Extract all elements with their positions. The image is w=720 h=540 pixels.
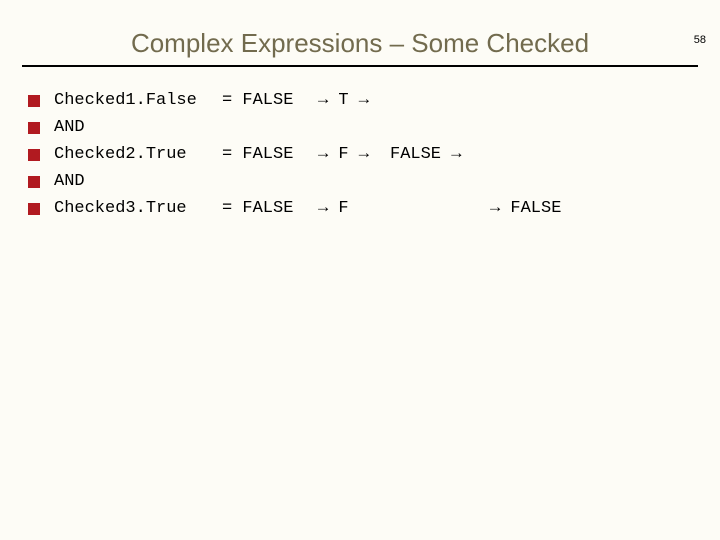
slide-title: Complex Expressions – Some Checked <box>0 28 720 59</box>
expr-res: FALSE → <box>390 145 490 164</box>
expr-final: → FALSE <box>490 199 561 218</box>
expr-arrow: → T → <box>318 91 390 110</box>
expr-left: Checked2.True <box>54 145 222 164</box>
bullet-icon <box>28 176 40 188</box>
expr-arrow: → F <box>318 199 390 218</box>
expr-arrow: → F → <box>318 145 390 164</box>
expr-left: AND <box>54 118 222 137</box>
expr-eq: = FALSE <box>222 199 318 218</box>
list-item: Checked2.True = FALSE → F → FALSE → <box>28 145 692 164</box>
expr-left: Checked1.False <box>54 91 222 110</box>
bullet-icon <box>28 95 40 107</box>
bullet-icon <box>28 122 40 134</box>
expr-eq: = FALSE <box>222 91 318 110</box>
expr-left: Checked3.True <box>54 199 222 218</box>
list-item: Checked1.False = FALSE → T → <box>28 91 692 110</box>
expr-eq: = FALSE <box>222 145 318 164</box>
content-area: Checked1.False = FALSE → T → AND Checked… <box>0 91 720 218</box>
expr-left: AND <box>54 172 222 191</box>
list-item: Checked3.True = FALSE → F → FALSE <box>28 199 692 218</box>
list-item: AND <box>28 172 692 191</box>
page-number: 58 <box>694 34 706 46</box>
bullet-icon <box>28 149 40 161</box>
title-underline <box>22 65 698 67</box>
bullet-icon <box>28 203 40 215</box>
list-item: AND <box>28 118 692 137</box>
